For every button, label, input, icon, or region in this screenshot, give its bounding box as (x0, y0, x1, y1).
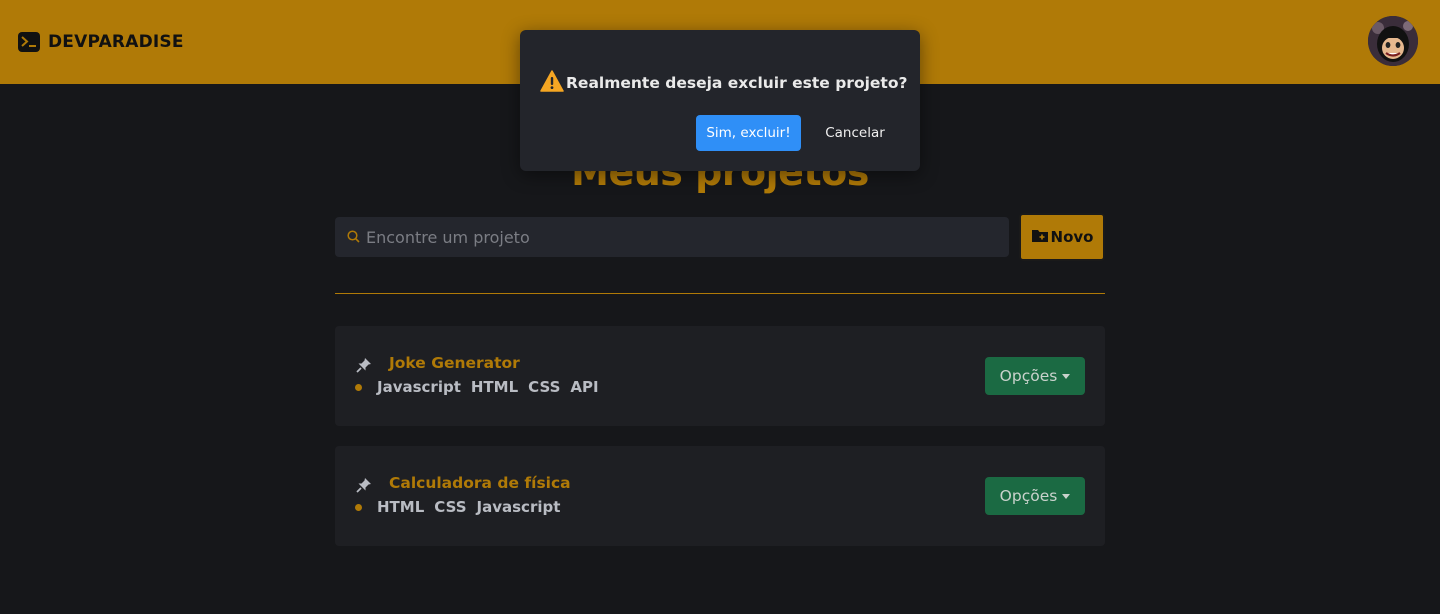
dialog-message-row: Realmente deseja excluir este projeto? (540, 70, 907, 96)
warning-icon (540, 70, 564, 96)
divider (335, 293, 1105, 294)
project-tag: HTML (377, 498, 425, 516)
caret-down-icon (1062, 374, 1071, 379)
language-dot (355, 503, 362, 511)
brand-logo[interactable]: DEVPARADISE (18, 31, 184, 53)
search-icon (347, 228, 360, 247)
project-tag: CSS (434, 498, 467, 516)
project-tag: Javascript (377, 378, 461, 396)
options-dropdown-button[interactable]: Opções (985, 357, 1085, 395)
project-tag: Javascript (476, 498, 561, 516)
project-card: Joke Generator Javascript HTML CSS API O… (335, 326, 1105, 426)
caret-down-icon (1062, 494, 1071, 499)
pin-icon[interactable] (355, 356, 373, 374)
brand-name: DEVPARADISE (48, 32, 184, 52)
folder-plus-icon (1031, 228, 1049, 247)
project-title[interactable]: Calculadora de física (389, 474, 571, 492)
pin-icon[interactable] (355, 476, 373, 494)
project-tags: HTML CSS Javascript (355, 498, 570, 516)
options-label: Opções (999, 367, 1058, 385)
project-card: Calculadora de física HTML CSS Javascrip… (335, 446, 1105, 546)
options-dropdown-button[interactable]: Opções (985, 477, 1085, 515)
user-avatar[interactable] (1368, 16, 1418, 66)
options-label: Opções (999, 487, 1058, 505)
new-button-label: Novo (1050, 228, 1094, 246)
terminal-icon (18, 32, 40, 52)
search-box (335, 217, 1009, 257)
confirm-delete-button[interactable]: Sim, excluir! (696, 115, 801, 151)
dialog-message: Realmente deseja excluir este projeto? (566, 74, 908, 92)
project-tags: Javascript HTML CSS API (355, 378, 609, 396)
language-dot (355, 383, 362, 391)
project-tag: CSS (528, 378, 561, 396)
search-input[interactable] (366, 227, 966, 247)
new-project-button[interactable]: Novo (1019, 213, 1105, 261)
project-tag: API (570, 378, 599, 396)
project-tag: HTML (470, 378, 519, 396)
confirm-delete-dialog: Realmente deseja excluir este projeto? S… (520, 30, 920, 171)
project-title[interactable]: Joke Generator (389, 354, 520, 372)
cancel-button[interactable]: Cancelar (810, 115, 900, 151)
